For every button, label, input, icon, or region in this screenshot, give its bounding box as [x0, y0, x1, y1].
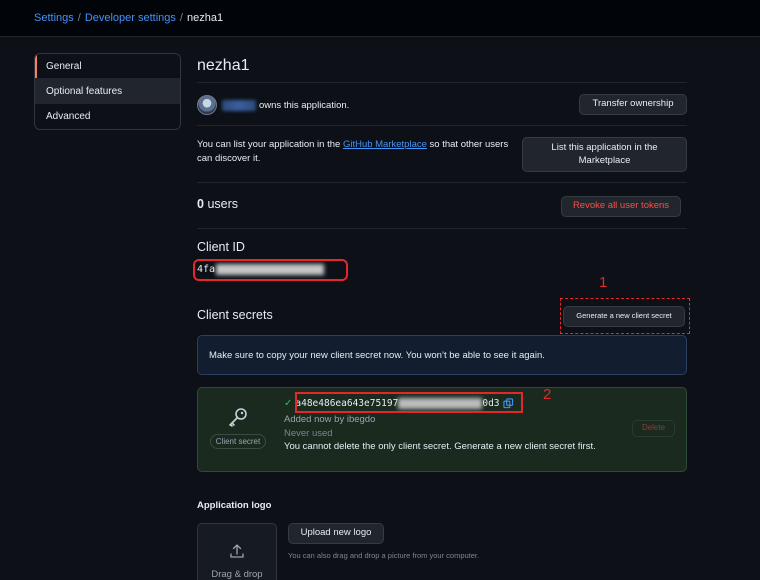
breadcrumb-separator: /: [77, 12, 81, 24]
upload-logo-button[interactable]: Upload new logo: [288, 523, 384, 544]
secret-delete-warning: You cannot delete the only client secret…: [284, 441, 596, 452]
list-in-marketplace-button[interactable]: List this application in the Marketplace: [522, 137, 687, 172]
breadcrumb-settings[interactable]: Settings: [34, 12, 74, 24]
client-secrets-heading: Client secrets: [197, 308, 273, 322]
key-icon: [226, 406, 250, 430]
users-count: 0 users: [197, 197, 238, 211]
client-id-heading: Client ID: [197, 240, 245, 254]
secret-usage: Never used: [284, 428, 333, 439]
divider: [197, 228, 687, 229]
upload-icon: [198, 542, 276, 565]
sidebar-item-optional-features[interactable]: Optional features: [35, 79, 180, 104]
divider: [197, 125, 687, 126]
dropzone-label: Drag & drop: [211, 569, 263, 580]
transfer-ownership-button[interactable]: Transfer ownership: [579, 94, 687, 115]
delete-secret-button[interactable]: Delete: [632, 420, 675, 437]
marketplace-text: You can list your application in the Git…: [197, 138, 517, 166]
marketplace-link[interactable]: GitHub Marketplace: [343, 139, 427, 150]
annotation-box-secret: [295, 392, 523, 413]
page-title: nezha1: [197, 57, 250, 74]
owner-text: owns this application.: [259, 99, 350, 111]
avatar[interactable]: [197, 95, 217, 115]
logo-hint: You can also drag and drop a picture fro…: [288, 551, 480, 560]
annotation-box-generate: [560, 298, 690, 334]
logo-dropzone[interactable]: Drag & drop: [197, 523, 277, 580]
copy-secret-flash: Make sure to copy your new client secret…: [197, 335, 687, 375]
owner-row: owns this application.: [197, 95, 349, 115]
annotation-box-client-id: [193, 259, 348, 281]
sidebar-item-general[interactable]: General: [35, 54, 180, 79]
divider: [197, 82, 687, 83]
client-secret-label: Client secret: [209, 434, 267, 449]
users-count-value: 0: [197, 197, 204, 211]
marketplace-text-before: You can list your application in the: [197, 139, 343, 150]
breadcrumb: Settings / Developer settings / nezha1: [34, 12, 223, 24]
breadcrumb-separator: /: [179, 12, 183, 24]
secret-added-by: Added now by ibegdo: [284, 414, 376, 425]
divider: [197, 182, 687, 183]
breadcrumb-developer-settings[interactable]: Developer settings: [85, 12, 176, 24]
blurred-owner-name: [222, 99, 256, 111]
users-count-label: users: [207, 197, 239, 211]
sidebar-item-advanced[interactable]: Advanced: [35, 104, 180, 129]
settings-sidebar: General Optional features Advanced: [34, 53, 181, 130]
client-secret-icon-wrap: Client secret: [208, 406, 268, 449]
application-logo-heading: Application logo: [197, 500, 272, 511]
check-icon: ✓: [284, 398, 293, 409]
revoke-all-tokens-button[interactable]: Revoke all user tokens: [561, 196, 681, 217]
top-bar: Settings / Developer settings / nezha1: [0, 0, 760, 37]
annotation-marker-2: 2: [543, 386, 552, 403]
breadcrumb-current: nezha1: [186, 12, 224, 24]
annotation-marker-1: 1: [599, 274, 608, 291]
